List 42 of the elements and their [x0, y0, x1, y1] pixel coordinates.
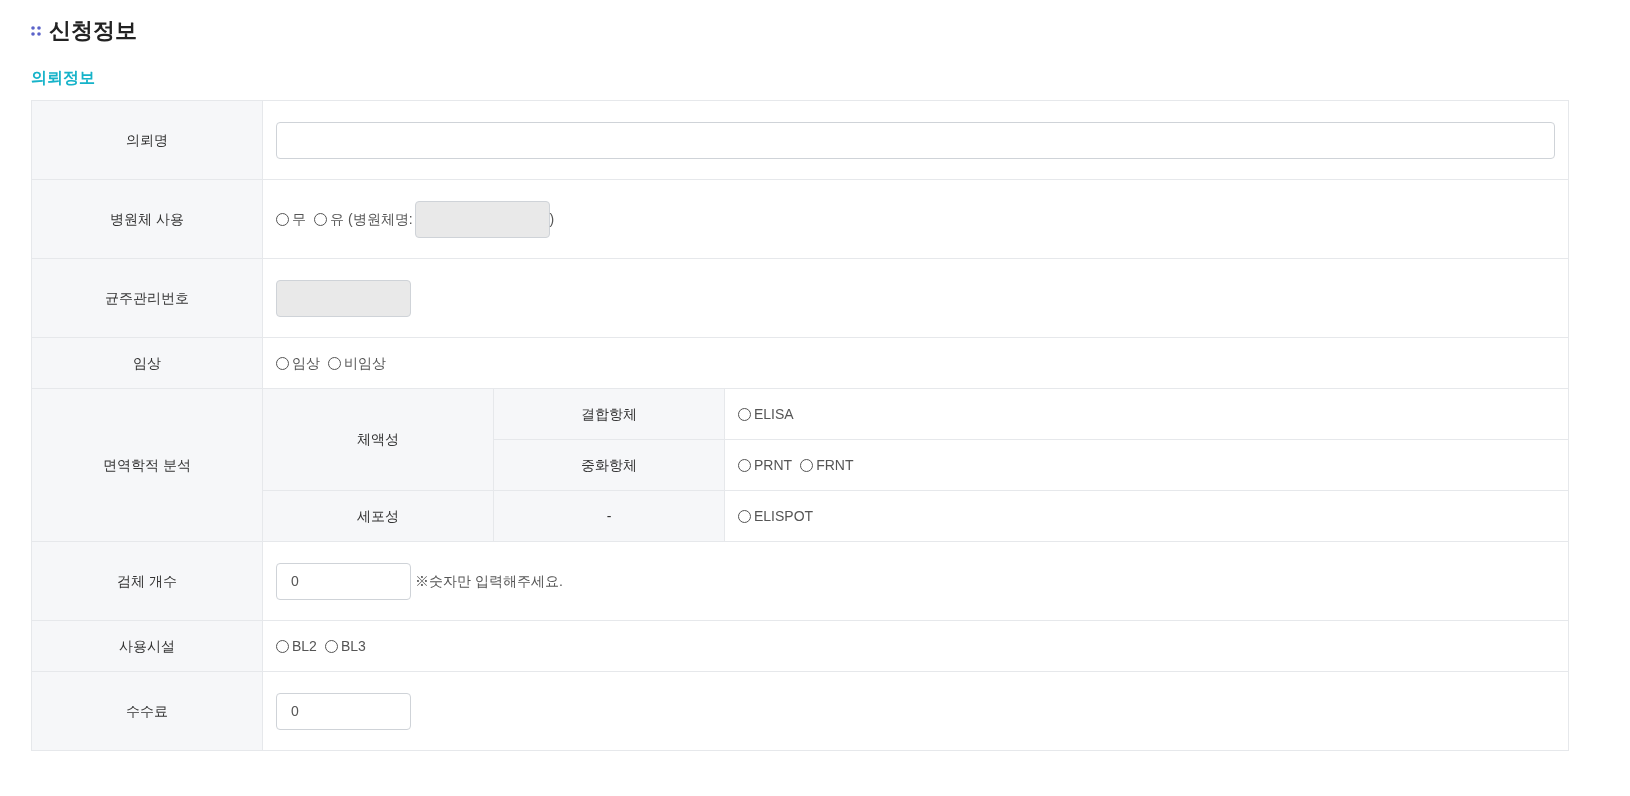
radio-button[interactable]	[800, 458, 814, 472]
field-label: 균주관리번호	[105, 289, 189, 306]
field-label: 의뢰명	[126, 131, 168, 148]
option-label: BL2	[292, 636, 317, 656]
option-label: )	[549, 209, 555, 229]
option-label: 무	[292, 209, 306, 229]
input-field[interactable]: 0	[276, 562, 411, 600]
option-label: 비임상	[344, 353, 386, 373]
option-label: 유	[330, 209, 344, 229]
radio-button[interactable]	[276, 212, 289, 226]
field-label: 수수료	[126, 702, 168, 719]
option-label: FRNT	[816, 455, 854, 475]
option-label: PRNT	[754, 455, 793, 475]
radio-button[interactable]	[324, 639, 338, 653]
field-label: 체액성	[357, 431, 399, 448]
radio-button[interactable]	[276, 639, 289, 653]
radio-button[interactable]	[276, 356, 289, 370]
input-field[interactable]: 0	[276, 692, 411, 730]
dots-icon	[31, 26, 41, 37]
option-label: (병원체명:	[348, 209, 413, 229]
field-label: -	[606, 507, 612, 524]
page-title: 신청정보	[49, 18, 137, 45]
field-label: 중화항체	[581, 456, 637, 473]
option-label: ELISPOT	[754, 506, 814, 526]
radio-button[interactable]	[314, 212, 327, 226]
field-label: 임상	[133, 354, 161, 371]
radio-button[interactable]	[738, 509, 751, 523]
option-label: BL3	[340, 636, 366, 656]
field-label: 세포성	[357, 507, 399, 524]
input-field[interactable]	[276, 121, 1555, 159]
radio-button[interactable]	[738, 407, 751, 421]
radio-button[interactable]	[738, 458, 751, 472]
field-label: 결합항체	[581, 405, 637, 422]
field-label: 검체 개수	[117, 572, 177, 589]
option-label: 임상	[292, 353, 320, 373]
option-label: ELISA	[754, 404, 794, 424]
field-label: 병원체 사용	[110, 210, 184, 227]
hint-text: ※숫자만 입력해주세요.	[415, 571, 563, 591]
radio-button[interactable]	[328, 356, 341, 370]
section-title: 의뢰정보	[31, 68, 96, 89]
field-label: 면역학적 분석	[103, 456, 191, 473]
field-label: 사용시설	[119, 637, 175, 654]
